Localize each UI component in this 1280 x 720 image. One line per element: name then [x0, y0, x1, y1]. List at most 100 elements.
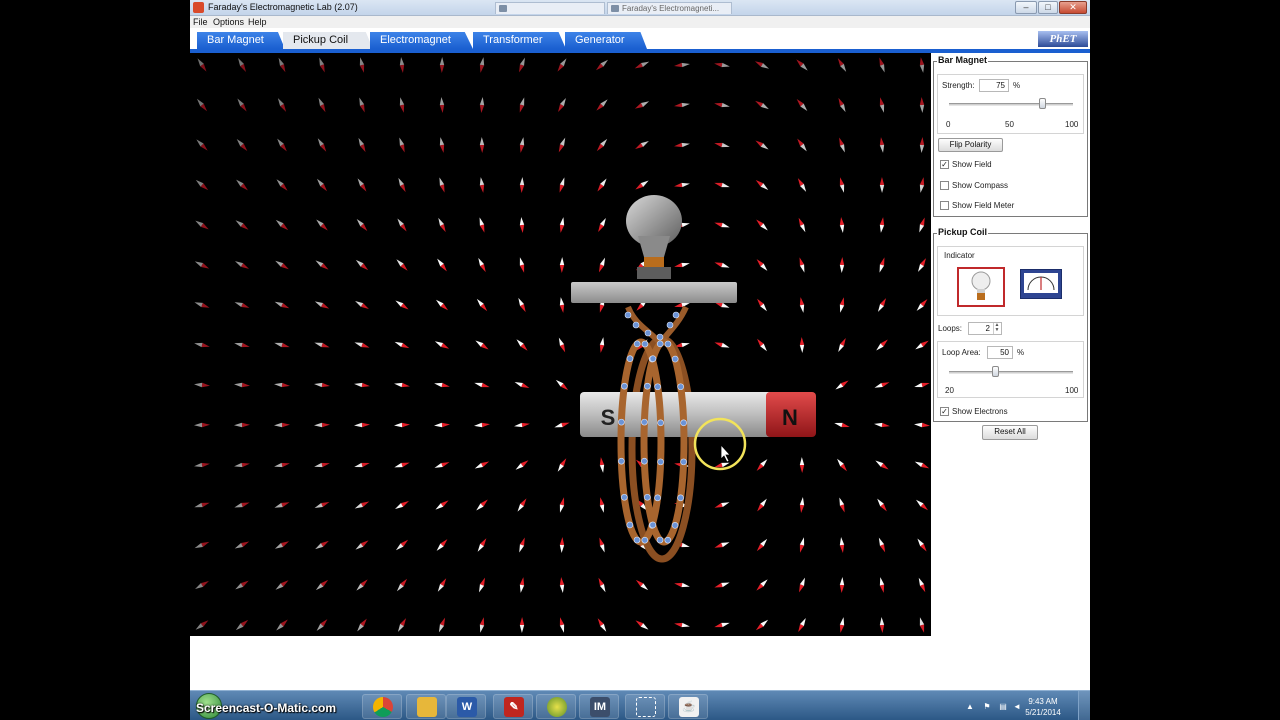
background-window-tab[interactable]: Faraday's Electromagneti...	[607, 2, 732, 14]
compass-needle-south	[234, 342, 243, 348]
loop-area-field[interactable]: 50	[987, 346, 1013, 359]
compass-needle-north	[599, 304, 605, 313]
loops-spinner[interactable]: 2 ▲ ▼	[968, 322, 1002, 335]
taskbar-word[interactable]: W	[446, 694, 486, 719]
compass-needle-south	[681, 302, 690, 308]
compass-needle-south	[359, 57, 365, 66]
taskbar-acrobat[interactable]: ✎	[493, 694, 533, 719]
electron-dot	[664, 536, 672, 544]
maximize-button[interactable]: □	[1038, 1, 1058, 14]
system-clock[interactable]: 9:43 AM 5/21/2014	[1020, 696, 1066, 718]
compass-needle-north	[799, 544, 805, 553]
taskbar-app[interactable]	[536, 694, 576, 719]
app-icon	[547, 697, 567, 717]
tab-bar-magnet[interactable]: Bar Magnet	[197, 32, 285, 49]
taskbar: Screencast-O-Matic.com W ✎ IM ☕ ▲ ⚑ ▤ ◄	[190, 690, 1090, 720]
electron-dot	[641, 457, 648, 465]
tab-pickup-coil[interactable]: Pickup Coil	[283, 32, 373, 49]
compass-needle-south	[359, 97, 365, 106]
electron-dot	[654, 494, 661, 502]
minimize-button[interactable]: –	[1015, 1, 1037, 14]
simulation-canvas[interactable]: S N	[190, 53, 931, 636]
compass-needle-south	[234, 502, 243, 508]
clock-date: 5/21/2014	[1025, 708, 1061, 717]
strength-slider-thumb[interactable]	[1038, 98, 1046, 109]
show-field-checkbox[interactable]: ✓	[940, 160, 949, 169]
indicator-selector: Indicator	[937, 246, 1084, 316]
taskbar-java[interactable]: ☕	[668, 694, 708, 719]
electron-dot	[671, 522, 679, 529]
compass-needle-south	[394, 382, 403, 388]
menu-options[interactable]: Options	[213, 17, 244, 27]
compass-needle-north	[241, 502, 250, 508]
compass-needle-north	[281, 422, 290, 428]
electron-dot	[680, 458, 687, 466]
flip-polarity-button[interactable]: Flip Polarity	[938, 138, 1003, 152]
menu-help[interactable]: Help	[248, 17, 267, 27]
compass-needle-south	[394, 462, 403, 468]
compass-needle-north	[559, 537, 565, 546]
show-electrons-checkbox[interactable]: ✓	[940, 407, 949, 416]
bar-magnet-group: Bar Magnet Strength: 75 % 0 50 100 Flip …	[933, 55, 1088, 217]
compass-needle-north	[321, 422, 330, 428]
strength-unit: %	[1013, 81, 1021, 90]
compass-needle-north	[559, 577, 565, 586]
title-bar[interactable]: Faraday's Electromagnetic Lab (2.07) Far…	[190, 0, 1090, 16]
compass-needle-north	[241, 462, 250, 468]
compass-needle-north	[674, 62, 683, 68]
compass-needle-north	[839, 177, 845, 186]
compass-needle-north	[919, 624, 925, 633]
tab-electromagnet[interactable]: Electromagnet	[370, 32, 473, 49]
show-electrons-label: Show Electrons	[952, 407, 1008, 416]
compass-needle-south	[354, 462, 363, 468]
background-window-tab[interactable]	[495, 2, 605, 14]
taskbar-chrome[interactable]	[362, 694, 402, 719]
electron-dot	[657, 419, 664, 427]
compass-needle-south	[439, 137, 445, 146]
tray-network-icon[interactable]: ▤	[998, 702, 1008, 711]
tab-generator[interactable]: Generator	[565, 32, 647, 49]
loop-area-slider-thumb[interactable]	[992, 366, 999, 377]
electron-dot	[649, 521, 657, 529]
compass-needle-north	[599, 537, 605, 546]
screen: Faraday's Electromagnetic Lab (2.07) Far…	[0, 0, 1280, 720]
loop-area-slider-track[interactable]	[949, 371, 1073, 374]
taskbar-explorer[interactable]	[406, 694, 446, 719]
lightbulb-indicator-option[interactable]	[957, 267, 1005, 307]
compass-needle-south	[799, 264, 805, 273]
tab-transformer[interactable]: Transformer	[473, 32, 566, 49]
strength-slider-track[interactable]	[949, 103, 1073, 106]
show-field-meter-checkbox[interactable]	[940, 201, 949, 210]
coil-stand	[571, 282, 737, 303]
strength-field[interactable]: 75	[979, 79, 1009, 92]
compass-needle-north	[361, 382, 370, 388]
compass-needle-south	[839, 577, 845, 586]
tray-flag-icon[interactable]: ⚑	[982, 702, 992, 711]
electron-dot	[677, 383, 684, 391]
taskbar-im[interactable]: IM	[579, 694, 619, 719]
taskbar-snipping[interactable]	[625, 694, 665, 719]
compass-needle-south	[879, 224, 885, 233]
spinner-arrows-icon[interactable]: ▲ ▼	[993, 323, 1000, 334]
window-title: Faraday's Electromagnetic Lab (2.07)	[208, 2, 358, 12]
reset-all-button[interactable]: Reset All	[982, 425, 1038, 440]
compass-needle-south	[681, 142, 690, 148]
voltmeter-indicator-option[interactable]	[1020, 269, 1062, 299]
close-button[interactable]: ✕	[1059, 1, 1087, 14]
show-compass-checkbox[interactable]	[940, 181, 949, 190]
strength-label: Strength:	[942, 81, 975, 90]
tray-expand-icon[interactable]: ▲	[965, 702, 975, 711]
compass-needle-south	[721, 622, 730, 628]
show-desktop-button[interactable]	[1078, 691, 1090, 720]
compass-needle-south	[399, 97, 405, 106]
compass-needle-south	[394, 422, 403, 428]
compass-needle-south	[879, 264, 885, 273]
loops-label: Loops:	[938, 324, 963, 333]
compass-needle-north	[919, 217, 925, 226]
compass-needle-south	[874, 422, 883, 428]
menu-file[interactable]: File	[193, 17, 208, 27]
compass-needle-north	[399, 144, 405, 153]
pickup-coil-group: Pickup Coil Indicator Loops: 2 ▲ ▼ Loop …	[933, 227, 1088, 422]
compass-needle-north	[559, 184, 565, 193]
compass-needle-north	[519, 144, 525, 153]
